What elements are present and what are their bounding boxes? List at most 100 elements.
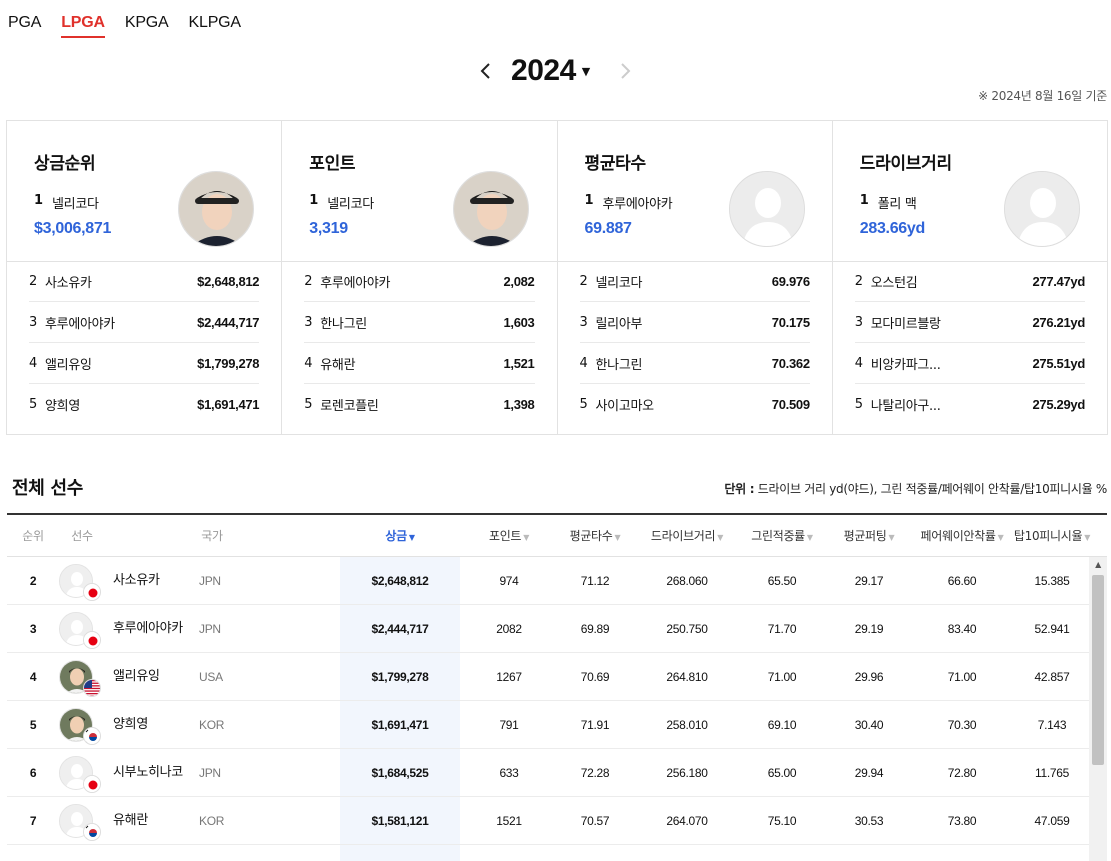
prize-money: $2,648,812 <box>371 574 429 588</box>
stat-gir: 65.00 <box>767 766 797 780</box>
leader-photo[interactable] <box>728 171 805 247</box>
stat-points: 1267 <box>496 670 522 684</box>
caret-down-icon[interactable]: ▼ <box>582 65 590 78</box>
col-fairway-sort[interactable]: 페어웨이안착률 ▼ <box>907 515 1017 557</box>
leader-value: 277.47yd <box>1032 273 1085 289</box>
leader-list-row[interactable]: 2 넬리코다 69.976 <box>579 261 810 302</box>
leader-list-row[interactable]: 2 사소유카 $2,648,812 <box>29 261 260 302</box>
col-avg-sort[interactable]: 평균타수 ▼ <box>555 515 635 557</box>
table-row[interactable]: 5 양희영 KOR $1,691,471 791 71.91 258.010 69.10 30.… <box>7 701 1089 749</box>
col-country: 국가 <box>201 529 223 543</box>
stat-points: 1521 <box>496 814 522 828</box>
leader-name: 후루에아야카 <box>320 275 391 291</box>
japan-flag-icon <box>84 584 100 600</box>
leader-list-row[interactable]: 3 모다미르블랑 276.21yd <box>854 302 1085 343</box>
leader-top-value: 3,319 <box>309 220 348 237</box>
leader-list-row[interactable]: 5 로렌코플린 1,398 <box>304 384 535 425</box>
player-photo <box>454 172 529 246</box>
leader-name: 유해란 <box>320 357 356 373</box>
player-country: JPN <box>199 622 221 636</box>
leader-card: 드라이브거리 1 폴리 맥 283.66yd 2 오스턴김 277.47yd 3 모다미르블랑 2… <box>832 121 1107 434</box>
table-row[interactable]: 3 후루에아야카 JPN $2,444,717 2082 69.89 250.750 71.7… <box>7 605 1089 653</box>
player-name[interactable]: 시부노히나코 <box>113 749 183 797</box>
player-name[interactable]: 유해란 <box>113 797 148 845</box>
leader-list-row[interactable]: 5 나탈리아구... 275.29yd <box>855 384 1086 425</box>
player-name[interactable]: 양희영 <box>113 701 148 749</box>
leader-name: 로렌코플린 <box>320 399 379 414</box>
leader-top-name[interactable]: 넬리코다 <box>52 193 99 212</box>
leader-card: 포인트 1 넬리코다 3,319 2 후루에아야카 2,082 3 한나그린 1,603 4 유해란 1… <box>282 121 558 434</box>
country-flag <box>83 775 101 793</box>
leader-name: 사소유카 <box>45 275 92 291</box>
scroll-up-icon[interactable]: ▲ <box>1089 557 1107 573</box>
stat-top10: 15.385 <box>1034 574 1070 588</box>
next-year-button[interactable] <box>610 56 640 86</box>
sort-icon: ▼ <box>1084 533 1091 542</box>
stat-putt: 30.40 <box>854 718 884 732</box>
stat-gir: 71.70 <box>767 622 797 636</box>
country-flag <box>83 631 101 649</box>
stat-fairway: 70.30 <box>947 718 977 732</box>
table-row[interactable]: 6 시부노히나코 JPN $1,684,525 633 72.28 256.180 65.00… <box>7 749 1089 797</box>
leader-list: 2 넬리코다 69.976 3 릴리아부 70.175 4 한나그린 70.362 5 사이고마오 7… <box>579 261 811 425</box>
leader-rank: 3 <box>29 314 37 330</box>
leader-photo[interactable] <box>453 171 530 247</box>
tab-pga[interactable]: PGA <box>8 14 41 38</box>
season-selector: 2024 ▼ <box>0 54 1111 88</box>
leader-top-name[interactable]: 폴리 맥 <box>878 193 917 212</box>
col-rank: 순위 <box>22 529 44 543</box>
leader-list-row[interactable]: 3 릴리아부 70.175 <box>579 302 810 343</box>
col-gir-sort[interactable]: 그린적중률 ▼ <box>737 515 827 557</box>
tab-klpga[interactable]: KLPGA <box>189 14 242 38</box>
leader-value: $2,444,717 <box>197 314 260 330</box>
japan-flag-icon <box>84 632 100 648</box>
table-row[interactable]: 4 앨리유잉 USA $1,799,278 1267 70.69 264.810 71.00 2… <box>7 653 1089 701</box>
leader-list-row[interactable]: 4 앨리유잉 $1,799,278 <box>29 343 260 384</box>
col-putt-sort[interactable]: 평균퍼팅 ▼ <box>829 515 909 557</box>
col-top10-sort[interactable]: 탑10피니시율 ▼ <box>1007 515 1097 557</box>
leader-list-row[interactable]: 2 오스턴김 277.47yd <box>854 261 1085 302</box>
leader-photo[interactable] <box>1003 171 1080 247</box>
player-country: USA <box>199 670 223 684</box>
player-name[interactable]: 앨리유잉 <box>113 653 160 701</box>
row-rank: 4 <box>29 670 37 684</box>
table-row[interactable]: 2 사소유카 JPN $2,648,812 974 71.12 268.060 65.50 29… <box>7 557 1089 605</box>
row-rank: 7 <box>29 814 37 828</box>
sort-icon: ▼ <box>523 533 530 542</box>
tab-lpga[interactable]: LPGA <box>61 14 105 38</box>
season-year[interactable]: 2024 <box>511 54 576 88</box>
leader-list-row[interactable]: 4 유해란 1,521 <box>304 343 535 384</box>
leader-list-row[interactable]: 4 한나그린 70.362 <box>579 343 810 384</box>
scroll-thumb[interactable] <box>1092 575 1104 765</box>
stat-gir: 75.10 <box>767 814 797 828</box>
player-country: KOR <box>199 814 225 828</box>
leader-list-row[interactable]: 5 양희영 $1,691,471 <box>29 384 260 425</box>
col-points-sort[interactable]: 포인트 ▼ <box>469 515 549 557</box>
usa-flag-icon <box>84 680 100 696</box>
leader-list-row[interactable]: 3 한나그린 1,603 <box>304 302 535 343</box>
stat-putt: 29.19 <box>854 622 884 636</box>
tab-kpga[interactable]: KPGA <box>125 14 169 38</box>
prev-year-button[interactable] <box>471 56 501 86</box>
stat-top10: 52.941 <box>1034 622 1070 636</box>
scrollbar[interactable]: ▲ <box>1089 557 1107 861</box>
col-drive-sort[interactable]: 드라이브거리 ▼ <box>637 515 737 557</box>
leader-value: $2,648,812 <box>197 273 260 289</box>
leader-list-row[interactable]: 5 사이고마오 70.509 <box>580 384 811 425</box>
player-name[interactable]: 사소유카 <box>113 557 160 605</box>
leader-top-name[interactable]: 후루에아야카 <box>603 193 673 212</box>
player-name[interactable]: 후루에아야카 <box>113 605 183 653</box>
leader-photo[interactable] <box>178 171 254 247</box>
leader-list-row[interactable]: 2 후루에아야카 2,082 <box>304 261 535 302</box>
stat-gir: 71.00 <box>767 670 797 684</box>
leader-name: 오스턴김 <box>870 275 918 291</box>
stat-points: 2082 <box>496 622 522 636</box>
leader-top-name[interactable]: 넬리코다 <box>327 193 374 212</box>
leader-list-row[interactable]: 4 비앙카파그... 275.51yd <box>854 343 1085 384</box>
table-row[interactable]: 7 유해란 KOR $1,581,121 1521 70.57 264.070 75.10 30… <box>7 797 1089 845</box>
leader-value: $1,799,278 <box>197 355 260 371</box>
players-table: 순위 선수 국가 상금 ▼ 포인트 ▼ 평균타수 ▼ 드라이브거리 ▼ 그린적중률 ▼ 평… <box>7 513 1107 861</box>
leader-list-row[interactable]: 3 후루에아야카 $2,444,717 <box>29 302 260 343</box>
korea-flag-icon <box>84 824 100 840</box>
col-prize-sort[interactable]: 상금 ▼ <box>340 515 460 557</box>
